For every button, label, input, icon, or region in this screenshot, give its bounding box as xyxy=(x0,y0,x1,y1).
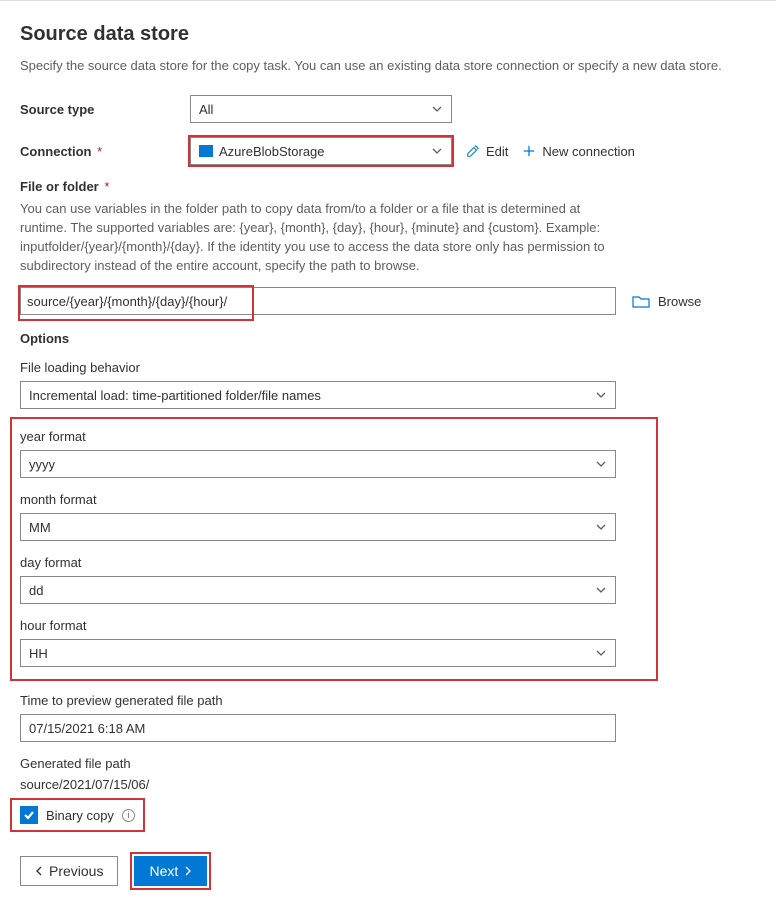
info-icon[interactable]: i xyxy=(122,809,135,822)
file-loading-value: Incremental load: time-partitioned folde… xyxy=(29,388,321,403)
source-type-label: Source type xyxy=(20,102,190,117)
check-icon xyxy=(23,809,35,821)
preview-time-input[interactable] xyxy=(20,714,616,742)
connection-select[interactable]: AzureBlobStorage xyxy=(190,137,452,165)
chevron-down-icon xyxy=(595,458,607,470)
chevron-down-icon xyxy=(431,145,443,157)
new-connection-label: New connection xyxy=(542,144,635,159)
page-title: Source data store xyxy=(20,23,756,46)
new-connection-button[interactable]: New connection xyxy=(522,144,635,159)
chevron-down-icon xyxy=(595,584,607,596)
browse-label: Browse xyxy=(658,294,701,309)
azure-blob-icon xyxy=(199,145,213,157)
next-label: Next xyxy=(149,863,178,879)
year-format-label: year format xyxy=(20,429,648,444)
year-format-select[interactable]: yyyy xyxy=(20,450,616,478)
previous-button[interactable]: Previous xyxy=(20,856,118,886)
edit-label: Edit xyxy=(486,144,508,159)
edit-icon xyxy=(466,144,480,158)
binary-copy-label: Binary copy xyxy=(46,808,114,823)
chevron-left-icon xyxy=(35,866,43,876)
hour-format-label: hour format xyxy=(20,618,648,633)
preview-time-label: Time to preview generated file path xyxy=(20,693,756,708)
file-folder-input[interactable]: source/{year}/{month}/{day}/{hour}/ xyxy=(20,287,616,315)
chevron-right-icon xyxy=(184,866,192,876)
plus-icon xyxy=(522,144,536,158)
file-folder-help: You can use variables in the folder path… xyxy=(20,200,630,275)
browse-button[interactable]: Browse xyxy=(632,294,701,309)
generated-path-value: source/2021/07/15/06/ xyxy=(20,777,756,792)
required-mark: * xyxy=(97,144,102,159)
generated-path-label: Generated file path xyxy=(20,756,756,771)
folder-icon xyxy=(632,294,650,308)
year-format-value: yyyy xyxy=(29,457,55,472)
connection-value: AzureBlobStorage xyxy=(219,144,325,159)
connection-label: Connection * xyxy=(20,144,190,159)
hour-format-select[interactable]: HH xyxy=(20,639,616,667)
month-format-select[interactable]: MM xyxy=(20,513,616,541)
day-format-select[interactable]: dd xyxy=(20,576,616,604)
chevron-down-icon xyxy=(595,389,607,401)
chevron-down-icon xyxy=(431,103,443,115)
hour-format-value: HH xyxy=(29,646,48,661)
binary-copy-checkbox[interactable] xyxy=(20,806,38,824)
chevron-down-icon xyxy=(595,647,607,659)
month-format-label: month format xyxy=(20,492,648,507)
file-loading-label: File loading behavior xyxy=(20,360,756,375)
source-type-value: All xyxy=(199,102,213,117)
file-loading-select[interactable]: Incremental load: time-partitioned folde… xyxy=(20,381,616,409)
file-folder-label: File or folder * xyxy=(20,179,756,194)
connection-label-text: Connection xyxy=(20,144,92,159)
file-folder-value: source/{year}/{month}/{day}/{hour}/ xyxy=(21,294,615,309)
day-format-label: day format xyxy=(20,555,648,570)
file-folder-label-text: File or folder xyxy=(20,179,99,194)
month-format-value: MM xyxy=(29,520,51,535)
day-format-value: dd xyxy=(29,583,43,598)
edit-connection-button[interactable]: Edit xyxy=(466,144,508,159)
page-subtitle: Specify the source data store for the co… xyxy=(20,58,756,73)
required-mark: * xyxy=(104,179,109,194)
source-type-select[interactable]: All xyxy=(190,95,452,123)
previous-label: Previous xyxy=(49,863,103,879)
options-heading: Options xyxy=(20,331,756,346)
chevron-down-icon xyxy=(595,521,607,533)
next-button[interactable]: Next xyxy=(134,856,207,886)
